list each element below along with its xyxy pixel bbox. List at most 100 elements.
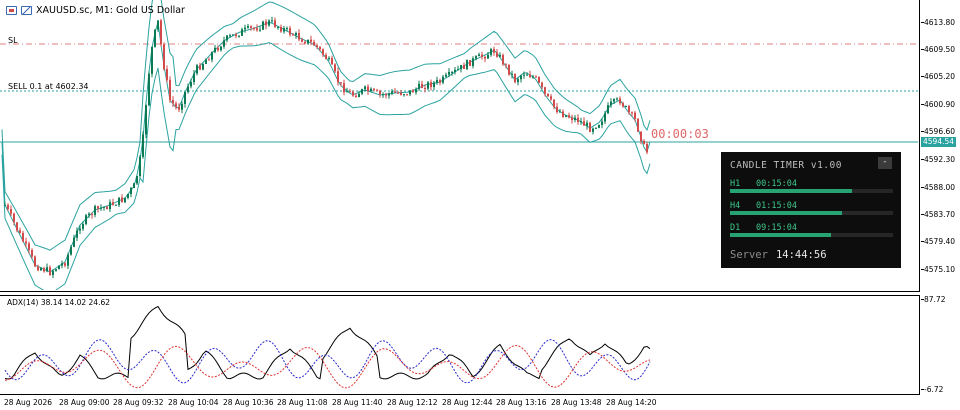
candle-body: [100, 207, 102, 209]
timer-remaining: 01:15:04: [756, 201, 797, 211]
candle-body: [43, 268, 45, 272]
candle-body: [592, 128, 594, 132]
timer-row-h1: H1 00:15:04: [730, 179, 797, 189]
candle-body: [148, 73, 150, 106]
candle-body: [16, 222, 18, 231]
candle-body: [256, 28, 258, 31]
price-axis-label: 4588.00: [924, 183, 956, 192]
candle-body: [487, 54, 489, 59]
candle-body: [577, 117, 579, 122]
candle-body: [136, 176, 138, 184]
adx-indicator-pane[interactable]: [0, 295, 920, 395]
candle-body: [355, 95, 357, 98]
candle-countdown: 00:00:03: [651, 127, 709, 141]
candle-body: [568, 115, 570, 118]
candle-body: [451, 72, 453, 73]
candle-body: [583, 121, 585, 126]
candle-body: [145, 105, 147, 135]
chart-scale-icon[interactable]: [21, 6, 32, 15]
candle-body: [169, 79, 171, 100]
candle-body: [58, 265, 60, 270]
candle-body: [283, 28, 285, 32]
candle-body: [76, 230, 78, 238]
candle-body: [415, 89, 417, 93]
candle-body: [22, 232, 24, 242]
timer-tf-label: H1: [730, 179, 741, 189]
candle-body: [460, 65, 462, 70]
candle-body: [553, 99, 555, 107]
candle-body: [349, 91, 351, 93]
chart-menu-icon[interactable]: [6, 6, 17, 15]
candle-body: [328, 58, 330, 60]
candle-body: [310, 39, 312, 42]
timer-row-h4: H4 01:15:04: [730, 201, 797, 211]
candle-timer-panel[interactable]: CANDLE TIMER v1.00 - H1 00:15:04 H4 01:15:…: [721, 152, 901, 268]
candle-body: [637, 118, 639, 132]
timer-row-d1: D1 09:15:04: [730, 223, 797, 233]
candle-body: [40, 268, 42, 271]
adx-axis[interactable]: 87.72 -6.72: [921, 295, 960, 395]
price-axis-label: 4592.30: [924, 155, 956, 164]
candle-body: [412, 90, 414, 93]
candle-body: [34, 256, 36, 267]
bollinger-lower: [1, 42, 651, 290]
candle-body: [52, 270, 54, 275]
current-price-tag: 4594.54: [921, 137, 957, 147]
adx-chart-canvas[interactable]: [0, 296, 918, 394]
candle-body: [73, 237, 75, 247]
bollinger-middle: [1, 21, 651, 273]
candle-body: [235, 34, 237, 37]
candle-body: [157, 20, 159, 30]
candle-body: [304, 41, 306, 44]
candle-body: [184, 92, 186, 104]
candle-body: [601, 121, 603, 125]
candle-body: [508, 64, 510, 75]
candle-body: [478, 54, 480, 57]
candle-body: [565, 115, 567, 117]
candle-body: [217, 47, 219, 51]
candle-body: [385, 94, 387, 96]
candle-body: [625, 106, 627, 107]
time-axis-label: 28 Aug 12:44: [442, 398, 493, 407]
candle-body: [613, 99, 615, 102]
timer-title: CANDLE TIMER v1.00: [730, 160, 842, 171]
candle-body: [175, 103, 177, 107]
candle-body: [316, 45, 318, 47]
candle-body: [367, 86, 369, 92]
candle-body: [46, 267, 48, 272]
candle-body: [97, 206, 99, 209]
adx-axis-min: -6.72: [924, 385, 944, 394]
candle-body: [445, 74, 447, 77]
candle-body: [397, 92, 399, 94]
candle-body: [151, 46, 153, 74]
candle-body: [187, 86, 189, 92]
candle-body: [223, 40, 225, 47]
time-axis-label: 28 Aug 10:36: [223, 398, 274, 407]
candle-body: [406, 94, 408, 96]
candle-body: [298, 33, 300, 40]
candle-body: [472, 58, 474, 66]
time-axis-label: 28 Aug 2026: [4, 398, 53, 407]
candle-body: [439, 80, 441, 83]
candle-body: [334, 64, 336, 72]
candle-body: [421, 83, 423, 88]
candle-body: [580, 121, 582, 123]
price-axis[interactable]: 4613.80 4609.50 4605.20 4600.90 4596.60 4592.…: [921, 0, 960, 292]
timer-remaining: 09:15:04: [756, 223, 797, 233]
time-axis-label: 28 Aug 09:32: [113, 398, 164, 407]
candle-body: [571, 117, 573, 120]
candle-body: [586, 122, 588, 126]
time-axis-label: 28 Aug 11:08: [277, 398, 328, 407]
candle-body: [640, 131, 642, 141]
candle-body: [229, 35, 231, 37]
candle-body: [202, 63, 204, 70]
price-axis-label: 4579.40: [924, 237, 956, 246]
candle-body: [388, 93, 390, 96]
candle-body: [442, 76, 444, 83]
candle-body: [529, 74, 531, 78]
timer-minimize-button[interactable]: -: [878, 157, 892, 169]
candle-body: [469, 60, 471, 66]
candle-body: [124, 198, 126, 203]
candle-body: [514, 74, 516, 83]
candle-body: [226, 35, 228, 41]
